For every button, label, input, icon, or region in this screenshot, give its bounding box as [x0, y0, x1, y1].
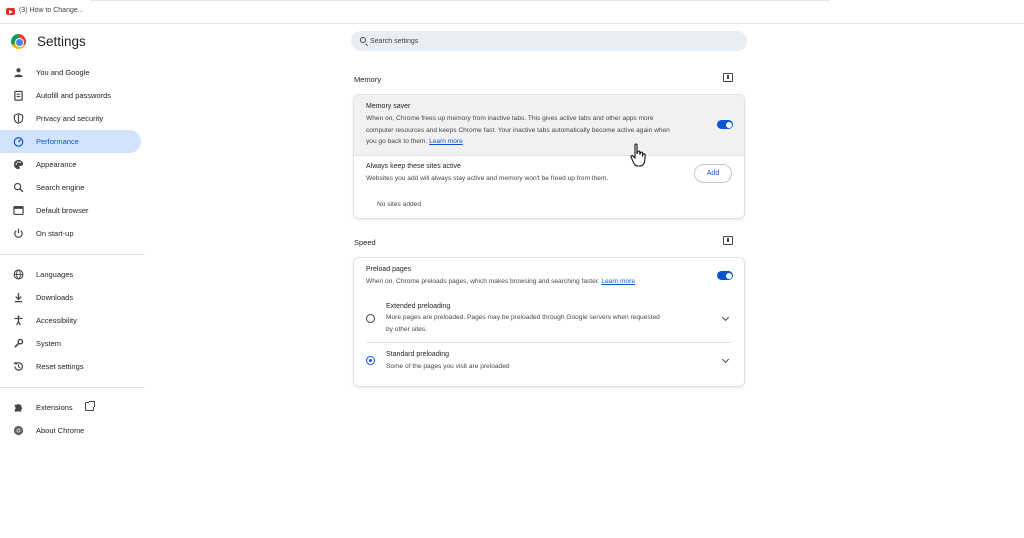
standard-preloading-desc: Some of the pages you visit are preloade…: [386, 363, 510, 370]
sidebar-item-label: Default browser: [36, 206, 89, 215]
sidebar-item-label: Accessibility: [36, 316, 77, 325]
sidebar-item-autofill[interactable]: Autofill and passwords: [0, 84, 141, 107]
power-icon: [14, 228, 23, 238]
reset-history-icon: [13, 361, 23, 371]
extended-preloading-radio[interactable]: [366, 314, 375, 323]
clipboard-icon: [14, 90, 23, 101]
sidebar-divider: [0, 245, 145, 255]
sidebar-item-privacy[interactable]: Privacy and security: [0, 107, 141, 130]
sidebar-item-downloads[interactable]: Downloads: [0, 286, 141, 309]
sidebar-item-label: On start-up: [36, 229, 74, 238]
keep-sites-desc: Websites you add will always stay active…: [366, 175, 609, 182]
chrome-logo-icon: [11, 34, 26, 49]
sidebar-item-about-chrome[interactable]: About Chrome: [0, 419, 141, 442]
open-in-new-icon: [85, 401, 95, 411]
feedback-icon[interactable]: [723, 236, 733, 245]
video-title: (3) How to Change...: [19, 7, 84, 14]
shield-icon: [13, 113, 24, 124]
memory-saver-toggle[interactable]: [717, 120, 733, 129]
download-icon: [14, 292, 23, 303]
search-bar[interactable]: [351, 31, 747, 51]
sidebar-item-on-start-up[interactable]: On start-up: [0, 222, 141, 245]
extended-preloading-title: Extended preloading: [386, 303, 451, 310]
sidebar-item-label: System: [36, 339, 62, 348]
sidebar-item-system[interactable]: System: [0, 332, 141, 355]
memory-section-title: Memory: [354, 75, 382, 84]
hand-cursor-icon: [630, 143, 646, 167]
divider: [354, 155, 744, 156]
sidebar-item-label: Autofill and passwords: [36, 91, 112, 100]
standard-preloading-title: Standard preloading: [386, 351, 450, 358]
extended-preloading-desc-2: by other sites.: [386, 325, 428, 333]
add-button[interactable]: Add: [694, 164, 732, 183]
page-title: Settings: [37, 34, 86, 49]
speed-card: Preload pages When on, Chrome preloads p…: [354, 258, 744, 386]
person-icon: [14, 68, 23, 78]
memory-saver-desc-2: computer resources and keeps Chrome fast…: [366, 126, 670, 134]
divider: [366, 342, 732, 343]
memory-saver-title: Memory saver: [366, 103, 411, 110]
sidebar-item-label: You and Google: [36, 68, 90, 77]
sidebar-item-label: Downloads: [36, 293, 74, 302]
preload-pages-desc: When on, Chrome preloads pages, which ma…: [366, 278, 600, 285]
memory-saver-desc-3: you go back to them.: [366, 138, 428, 145]
sidebar-item-you-and-google[interactable]: You and Google: [0, 61, 141, 84]
search-icon: [13, 182, 24, 193]
puzzle-icon: [14, 403, 23, 412]
sidebar-divider: [0, 378, 145, 388]
browser-window-icon: [13, 206, 24, 216]
sidebar-item-languages[interactable]: Languages: [0, 263, 141, 286]
sidebar-item-label: About Chrome: [36, 426, 85, 435]
sidebar-item-default-browser[interactable]: Default browser: [0, 199, 141, 222]
progress-line: [90, 0, 830, 1]
chrome-icon: [13, 425, 24, 436]
no-sites-label: No sites added: [377, 201, 421, 208]
preload-pages-toggle[interactable]: [717, 271, 733, 280]
sidebar: You and Google Autofill and passwords Pr…: [0, 61, 145, 442]
speed-section-title: Speed: [354, 238, 376, 247]
memory-saver-desc-3-line: you go back to them. Learn more: [366, 136, 463, 148]
sidebar-item-label: Reset settings: [36, 362, 84, 371]
sidebar-item-search-engine[interactable]: Search engine: [0, 176, 141, 199]
sidebar-item-label: Languages: [36, 270, 74, 279]
chevron-down-icon[interactable]: [721, 313, 730, 322]
search-icon: [360, 37, 366, 43]
preload-pages-title: Preload pages: [366, 266, 412, 273]
sidebar-item-label: Performance: [36, 137, 79, 146]
wrench-icon: [14, 338, 24, 348]
keep-sites-title: Always keep these sites active: [366, 163, 461, 170]
sidebar-item-performance[interactable]: Performance: [0, 130, 141, 153]
youtube-icon: [6, 8, 15, 15]
sidebar-item-label: Extensions: [36, 403, 73, 412]
preload-pages-desc-line: When on, Chrome preloads pages, which ma…: [366, 276, 635, 288]
memory-saver-learn-more-link[interactable]: Learn more: [429, 138, 463, 145]
sidebar-item-accessibility[interactable]: Accessibility: [0, 309, 141, 332]
globe-icon: [13, 269, 24, 280]
preload-learn-more-link[interactable]: Learn more: [601, 278, 635, 285]
memory-card: Memory saver When on, Chrome frees up me…: [354, 95, 744, 218]
chevron-down-icon[interactable]: [721, 355, 730, 364]
feedback-icon[interactable]: [723, 73, 733, 82]
accessibility-icon: [14, 315, 23, 326]
sidebar-item-reset-settings[interactable]: Reset settings: [0, 355, 141, 378]
sidebar-item-label: Search engine: [36, 183, 85, 192]
extended-preloading-desc-1: More pages are preloaded. Pages may be p…: [386, 314, 660, 321]
sidebar-item-label: Privacy and security: [36, 114, 104, 123]
speedometer-icon: [13, 137, 24, 147]
search-input[interactable]: [370, 34, 730, 48]
sidebar-item-extensions[interactable]: Extensions: [0, 396, 141, 419]
palette-icon: [13, 159, 24, 170]
memory-saver-desc-1: When on, Chrome frees up memory from ina…: [366, 115, 654, 122]
standard-preloading-radio[interactable]: [366, 356, 375, 365]
sidebar-item-label: Appearance: [36, 160, 77, 169]
video-title-strip: (3) How to Change...: [0, 0, 1024, 24]
sidebar-item-appearance[interactable]: Appearance: [0, 153, 141, 176]
